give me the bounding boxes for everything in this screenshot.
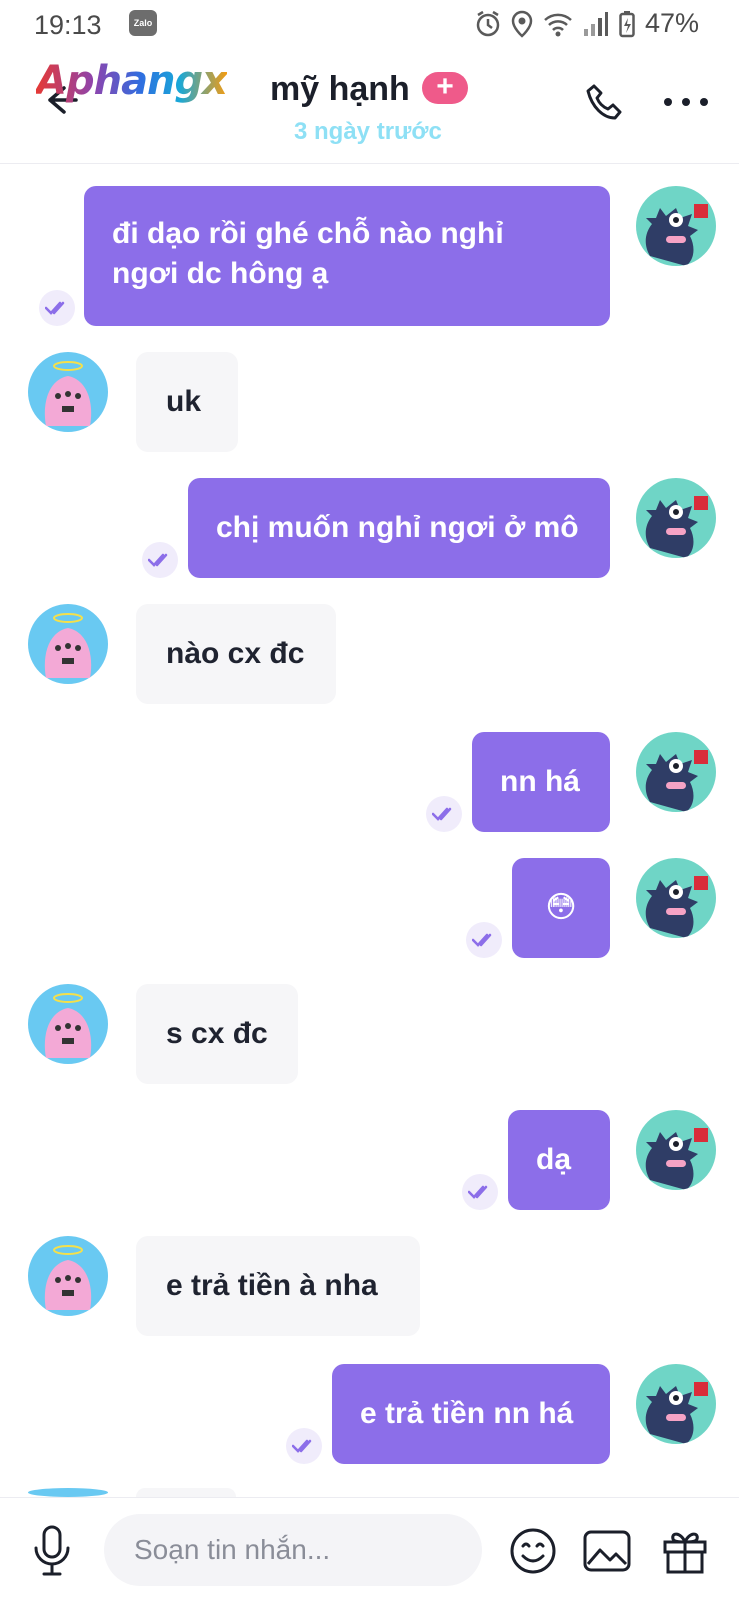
phone-call-icon[interactable] xyxy=(584,82,628,126)
status-time: 19:13 xyxy=(34,10,102,40)
seen-check-icon xyxy=(462,1174,498,1210)
message-text: ngơi dc hông ạ xyxy=(112,257,329,290)
seen-check-icon xyxy=(426,796,462,832)
more-options-icon[interactable] xyxy=(664,98,708,110)
wifi-icon xyxy=(544,13,572,36)
contact-name[interactable]: mỹ hạnh xyxy=(270,70,410,109)
brand-watermark: Aphangx xyxy=(36,58,228,104)
contact-avatar[interactable] xyxy=(28,352,108,432)
message-text: nn há xyxy=(500,765,580,798)
zalo-notification-icon: Zalo xyxy=(129,10,157,36)
my-avatar[interactable] xyxy=(636,1110,716,1190)
status-icons: 47% xyxy=(475,8,699,39)
add-friend-button[interactable]: + xyxy=(422,72,468,104)
message-input-field[interactable] xyxy=(104,1514,482,1586)
message-bubble-sent[interactable]: nn há xyxy=(472,732,610,832)
contact-avatar[interactable] xyxy=(28,984,108,1064)
chat-header: Aphangx mỹ hạnh + 3 ngày trước xyxy=(0,52,739,164)
battery-icon xyxy=(619,10,635,37)
message-emoji: 😳 xyxy=(545,891,577,924)
message-bubble-received[interactable] xyxy=(136,1488,236,1497)
message-text: dạ xyxy=(536,1143,572,1176)
message-bubble-sent[interactable]: chị muốn nghỉ ngơi ở mô xyxy=(188,478,610,578)
message-text: đi dạo rồi ghé chỗ nào nghỉ xyxy=(112,217,504,250)
message-input[interactable] xyxy=(104,1514,482,1586)
contact-avatar[interactable] xyxy=(28,604,108,684)
message-bubble-sent[interactable]: e trả tiền nn há xyxy=(332,1364,610,1464)
my-avatar[interactable] xyxy=(636,478,716,558)
message-bubble-received[interactable]: uk xyxy=(136,352,238,452)
alarm-icon xyxy=(476,10,500,36)
message-text: nào cx đc xyxy=(166,637,305,670)
message-text: s cx đc xyxy=(166,1017,268,1050)
message-bubble-received[interactable]: e trả tiền à nha xyxy=(136,1236,420,1336)
gift-icon[interactable] xyxy=(660,1526,710,1576)
location-icon xyxy=(511,10,533,38)
seen-check-icon xyxy=(466,922,502,958)
message-bubble-received[interactable]: s cx đc xyxy=(136,984,298,1084)
battery-percent: 47% xyxy=(644,8,699,38)
message-text: e trả tiền à nha xyxy=(166,1269,378,1302)
contact-avatar[interactable] xyxy=(28,1236,108,1316)
my-avatar[interactable] xyxy=(636,186,716,266)
message-bubble-sent[interactable]: đi dạo rồi ghé chỗ nào nghỉ ngơi dc hông… xyxy=(84,186,610,326)
message-text: e trả tiền nn há xyxy=(360,1397,574,1430)
contact-avatar[interactable] xyxy=(28,1488,108,1497)
seen-check-icon xyxy=(39,290,75,326)
composer-bar xyxy=(0,1497,739,1600)
message-bubble-received[interactable]: nào cx đc xyxy=(136,604,336,704)
message-bubble-sent[interactable]: 😳 xyxy=(512,858,610,958)
microphone-icon[interactable] xyxy=(30,1524,74,1578)
image-gallery-icon[interactable] xyxy=(582,1526,632,1576)
seen-check-icon xyxy=(142,542,178,578)
status-bar: 19:13 Zalo 47% xyxy=(0,0,739,48)
message-bubble-sent[interactable]: dạ xyxy=(508,1110,610,1210)
seen-check-icon xyxy=(286,1428,322,1464)
sticker-emoji-icon[interactable] xyxy=(508,1526,558,1576)
last-seen: 3 ngày trước xyxy=(294,118,442,145)
my-avatar[interactable] xyxy=(636,1364,716,1444)
my-avatar[interactable] xyxy=(636,858,716,938)
message-text: chị muốn nghỉ ngơi ở mô xyxy=(216,511,579,544)
message-text: uk xyxy=(166,385,202,418)
signal-icon xyxy=(583,11,608,36)
my-avatar[interactable] xyxy=(636,732,716,812)
